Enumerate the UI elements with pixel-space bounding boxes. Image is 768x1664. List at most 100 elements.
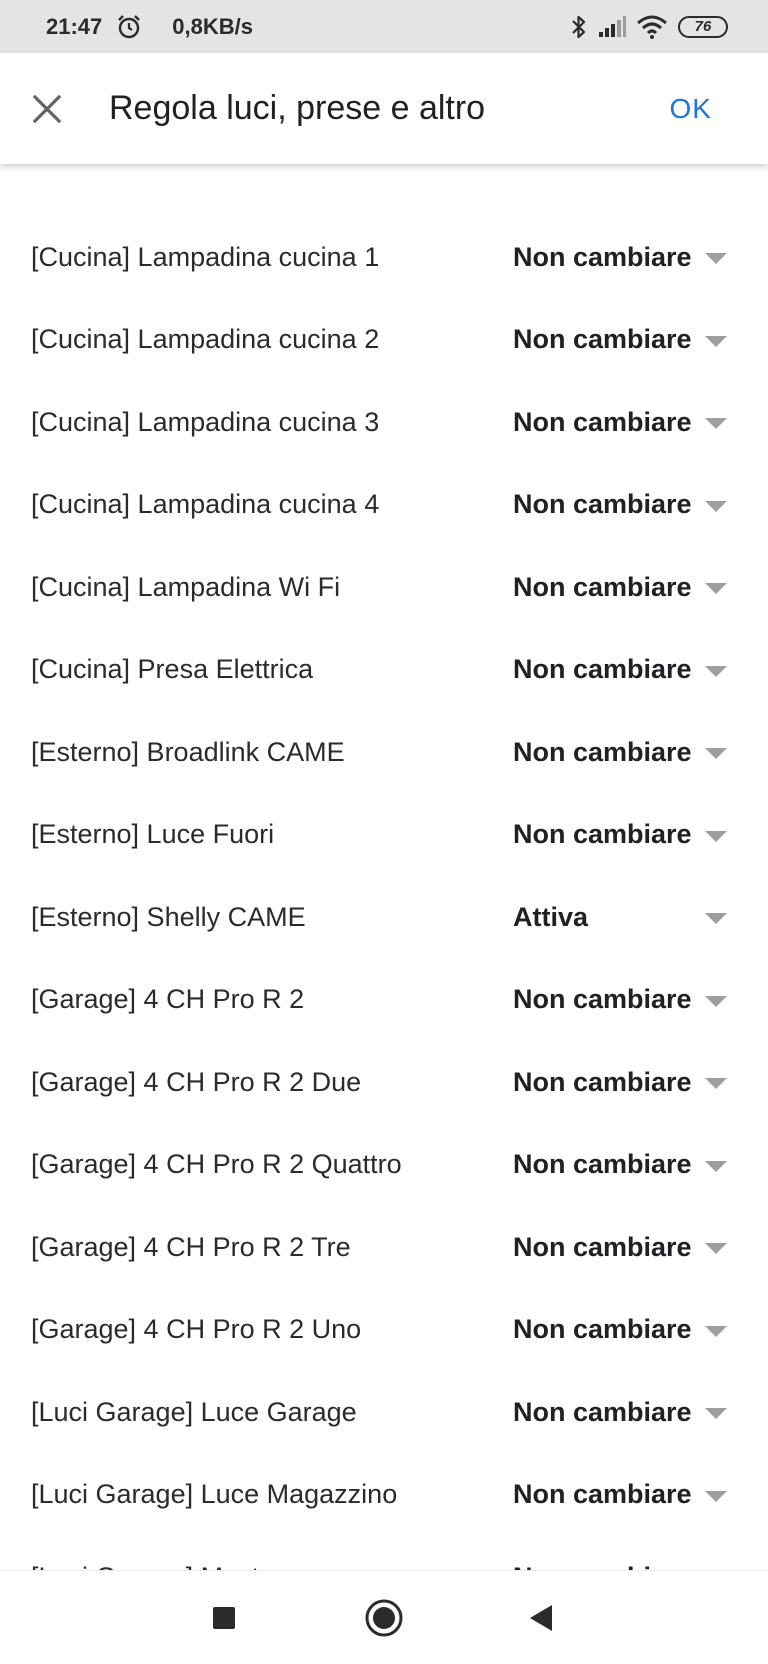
device-row: [Esterno] Shelly CAME Attiva (0, 876, 768, 959)
device-state-dropdown[interactable]: Non cambiare (513, 722, 733, 782)
device-row: [Luci Garage] Luce Magazzino Non cambiare (0, 1454, 768, 1537)
dropdown-value: Non cambiare (513, 654, 692, 685)
device-name: [Cucina] Lampadina cucina 4 (31, 489, 380, 520)
device-row: [Cucina] Lampadina cucina 1 Non cambiare (0, 216, 768, 299)
dropdown-arrow-icon (705, 1078, 727, 1090)
device-name: [Luci Garage] Luce Garage (31, 1396, 357, 1427)
device-name: [Cucina] Lampadina Wi Fi (31, 571, 341, 602)
status-icons: 76 (570, 14, 728, 40)
dropdown-arrow-icon (705, 335, 727, 347)
device-name: [Esterno] Broadlink CAME (31, 736, 345, 767)
dropdown-arrow-icon (705, 995, 727, 1007)
device-row: [Garage] 4 CH Pro R 2 Non cambiare (0, 959, 768, 1042)
device-row: [Garage] 4 CH Pro R 2 Quattro Non cambiar… (0, 1124, 768, 1207)
dropdown-value: Non cambiare (513, 241, 692, 272)
page-title: Regola luci, prese e altro (109, 89, 486, 127)
device-row: [Cucina] Lampadina cucina 4 Non cambiare (0, 464, 768, 547)
dropdown-value: Non cambiare (513, 1314, 692, 1345)
device-state-dropdown[interactable]: Non cambiare (513, 310, 733, 370)
device-name: [Cucina] Lampadina cucina 2 (31, 324, 380, 355)
device-name: [Garage] 4 CH Pro R 2 Uno (31, 1314, 362, 1345)
close-icon (32, 94, 62, 123)
device-row: [Garage] 4 CH Pro R 2 Due Non cambiare (0, 1041, 768, 1124)
device-state-dropdown[interactable]: Non cambiare (513, 1135, 733, 1195)
device-state-dropdown[interactable]: Non cambiare (513, 392, 733, 452)
device-name: [Garage] 4 CH Pro R 2 (31, 984, 305, 1015)
device-state-dropdown[interactable]: Non cambiare (513, 1300, 733, 1360)
device-name: [Esterno] Shelly CAME (31, 901, 306, 932)
device-state-dropdown[interactable]: Non cambiare (513, 1217, 733, 1277)
device-state-dropdown[interactable]: Attiva (513, 887, 733, 947)
dropdown-arrow-icon (705, 253, 727, 265)
network-speed: 0,8KB/s (172, 13, 253, 39)
battery-level: 76 (694, 17, 712, 35)
device-row: [Garage] 4 CH Pro R 2 Uno Non cambiare (0, 1289, 768, 1372)
dropdown-value: Non cambiare (513, 984, 692, 1015)
device-name: [Cucina] Lampadina cucina 1 (31, 241, 380, 272)
dropdown-arrow-icon (705, 1325, 727, 1337)
signal-icon (599, 15, 626, 37)
device-state-dropdown[interactable]: Non cambiare (513, 970, 733, 1030)
device-name: [Garage] 4 CH Pro R 2 Tre (31, 1231, 351, 1262)
dropdown-arrow-icon (705, 748, 727, 760)
device-name: [Garage] 4 CH Pro R 2 Due (31, 1066, 362, 1097)
device-row: [Esterno] Luce Fuori Non cambiare (0, 794, 768, 877)
wifi-icon (637, 15, 667, 39)
device-state-dropdown[interactable]: Non cambiare (513, 1382, 733, 1442)
bluetooth-icon (572, 15, 586, 38)
device-list: [Cucina] Lampadina cucina 1 Non cambiare[… (0, 216, 768, 1570)
device-name: [Cucina] Presa Elettrica (31, 654, 314, 685)
dropdown-value: Non cambiare (513, 1479, 692, 1510)
device-row: [Luci Garage] Luce Garage Non cambiare (0, 1371, 768, 1454)
dropdown-value: Non cambiare (513, 324, 692, 355)
dropdown-value: Non cambiare (513, 571, 692, 602)
dropdown-arrow-icon (705, 1408, 727, 1420)
device-row: [Cucina] Lampadina cucina 3 Non cambiare (0, 381, 768, 464)
device-name: [Garage] 4 CH Pro R 2 Quattro (31, 1149, 402, 1180)
device-name: [Cucina] Lampadina cucina 3 (31, 406, 380, 437)
device-row: [Luci Garage] Mast Non cambiare (0, 1536, 768, 1570)
device-row: [Esterno] Broadlink CAME Non cambiare (0, 711, 768, 794)
recents-button[interactable] (194, 1588, 254, 1648)
close-button[interactable] (23, 85, 71, 133)
dropdown-arrow-icon (705, 665, 727, 677)
screen: 21:47 0,8KB/s 76 Regola luci, prese e al… (0, 0, 768, 1664)
app-bar: Regola luci, prese e altro OK (0, 53, 768, 164)
device-state-dropdown[interactable]: Non cambiare (513, 805, 733, 865)
navigation-bar (0, 1570, 768, 1664)
dropdown-value: Non cambiare (513, 1562, 692, 1570)
home-button[interactable] (354, 1588, 414, 1648)
back-triangle-icon (530, 1604, 552, 1631)
dropdown-arrow-icon (705, 830, 727, 842)
dropdown-value: Non cambiare (513, 1066, 692, 1097)
device-row: [Cucina] Lampadina Wi Fi Non cambiare (0, 546, 768, 629)
dropdown-arrow-icon (705, 913, 727, 925)
device-row: [Garage] 4 CH Pro R 2 Tre Non cambiare (0, 1206, 768, 1289)
dropdown-value: Non cambiare (513, 1396, 692, 1427)
ok-button[interactable]: OK (670, 93, 712, 125)
dropdown-arrow-icon (705, 418, 727, 430)
device-state-dropdown[interactable]: Non cambiare (513, 557, 733, 617)
device-state-dropdown[interactable]: Non cambiare (513, 1465, 733, 1525)
dropdown-arrow-icon (705, 1243, 727, 1255)
device-state-dropdown[interactable]: Non cambiare (513, 1547, 733, 1570)
battery-icon: 76 (678, 15, 728, 38)
back-button[interactable] (511, 1588, 571, 1648)
device-name: [Luci Garage] Mast (31, 1562, 259, 1570)
dropdown-value: Attiva (513, 901, 589, 932)
device-name: [Luci Garage] Luce Magazzino (31, 1479, 398, 1510)
device-row: [Cucina] Presa Elettrica Non cambiare (0, 629, 768, 712)
alarm-icon (118, 14, 141, 38)
dropdown-value: Non cambiare (513, 1231, 692, 1262)
dropdown-arrow-icon (705, 1490, 727, 1502)
device-state-dropdown[interactable]: Non cambiare (513, 1052, 733, 1112)
dropdown-value: Non cambiare (513, 736, 692, 767)
device-state-dropdown[interactable]: Non cambiare (513, 475, 733, 535)
recents-square-icon (213, 1606, 235, 1629)
device-state-dropdown[interactable]: Non cambiare (513, 227, 733, 287)
dropdown-arrow-icon (705, 583, 727, 595)
dropdown-value: Non cambiare (513, 406, 692, 437)
device-state-dropdown[interactable]: Non cambiare (513, 640, 733, 700)
dropdown-value: Non cambiare (513, 819, 692, 850)
device-row: [Cucina] Lampadina cucina 2 Non cambiare (0, 299, 768, 382)
